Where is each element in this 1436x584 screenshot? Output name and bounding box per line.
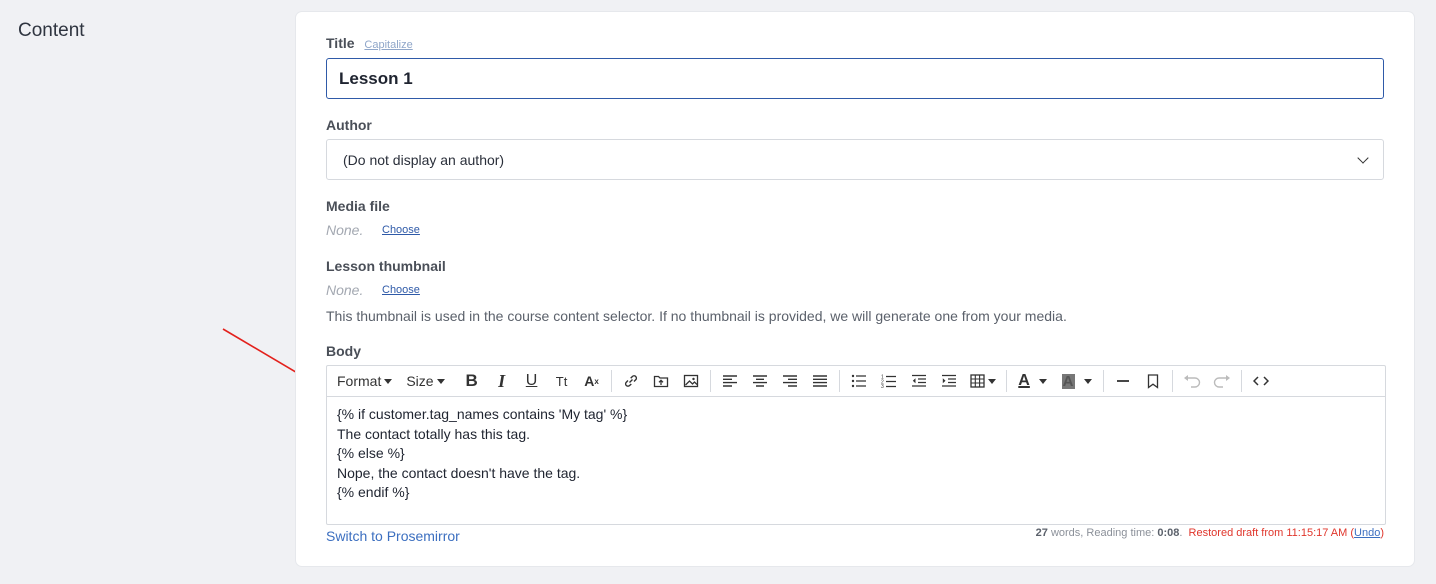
size-dropdown[interactable]: Size [404, 369, 446, 393]
media-file-label: Media file [326, 198, 390, 214]
svg-text:3: 3 [881, 384, 884, 388]
toolbar-divider [1102, 370, 1104, 392]
upload-file-icon[interactable] [648, 369, 674, 393]
toolbar-divider [1240, 370, 1242, 392]
thumbnail-label: Lesson thumbnail [326, 258, 446, 274]
title-label: Title Capitalize [326, 35, 413, 51]
body-line: {% else %} [337, 445, 405, 461]
italic-icon[interactable]: I [489, 369, 515, 393]
editor-toolbar: Format Size B I U Tt Ax 1 2 3 A A [327, 366, 1385, 397]
thumbnail-help-text: This thumbnail is used in the course con… [326, 308, 1067, 324]
body-line: The contact totally has this tag. [337, 425, 530, 442]
link-icon[interactable] [618, 369, 644, 393]
media-file-value: None. [326, 222, 364, 238]
toolbar-divider [709, 370, 711, 392]
caret-down-icon [1083, 378, 1092, 384]
media-file-row: None. Choose [326, 222, 420, 238]
chevron-down-icon [1357, 151, 1369, 164]
code-view-icon[interactable] [1248, 369, 1274, 393]
body-label: Body [326, 343, 361, 359]
format-dropdown-label: Format [337, 373, 382, 389]
thumbnail-value: None. [326, 282, 364, 298]
editor-status: 27 words, Reading time: 0:08. Restored d… [1035, 527, 1384, 539]
media-choose-link[interactable]: Choose [382, 224, 420, 236]
bold-icon[interactable]: B [459, 369, 485, 393]
size-dropdown-label: Size [406, 373, 434, 389]
format-dropdown[interactable]: Format [335, 369, 394, 393]
thumbnail-row: None. Choose [326, 282, 420, 298]
undo-restore-link[interactable]: Undo [1354, 527, 1380, 539]
bookmark-icon[interactable] [1140, 369, 1166, 393]
text-case-icon[interactable]: Tt [549, 369, 575, 393]
toolbar-divider [1005, 370, 1007, 392]
toolbar-divider [610, 370, 612, 392]
author-select[interactable]: (Do not display an author) [326, 139, 1384, 180]
caret-down-icon [987, 378, 996, 384]
editor-body[interactable]: {% if customer.tag_names contains 'My ta… [327, 397, 1385, 511]
background-color-icon[interactable]: A [1057, 369, 1097, 393]
horizontal-rule-icon[interactable] [1110, 369, 1136, 393]
clear-format-icon[interactable]: Ax [579, 369, 605, 393]
body-line: {% endif %} [337, 484, 410, 500]
word-count: 27 [1035, 527, 1048, 539]
caret-down-icon [436, 378, 445, 384]
rich-text-editor: Format Size B I U Tt Ax 1 2 3 A A {% if … [326, 365, 1386, 525]
table-icon[interactable] [966, 369, 1000, 393]
thumbnail-choose-link[interactable]: Choose [382, 284, 420, 296]
redo-icon[interactable] [1209, 369, 1235, 393]
align-left-icon[interactable] [717, 369, 743, 393]
title-input-value: Lesson 1 [339, 68, 413, 88]
undo-icon[interactable] [1179, 369, 1205, 393]
title-input[interactable]: Lesson 1 [326, 58, 1384, 99]
align-right-icon[interactable] [777, 369, 803, 393]
body-line: Nope, the contact doesn't have the tag. [337, 464, 581, 481]
switch-editor-link[interactable]: Switch to Prosemirror [326, 528, 460, 544]
indent-icon[interactable] [936, 369, 962, 393]
caret-down-icon [384, 378, 393, 384]
align-justify-icon[interactable] [807, 369, 833, 393]
toolbar-divider [1171, 370, 1173, 392]
caret-down-icon [1038, 378, 1047, 384]
body-line: {% if customer.tag_names contains 'My ta… [337, 406, 628, 422]
underline-icon[interactable]: U [519, 369, 545, 393]
text-color-icon[interactable]: A [1013, 369, 1053, 393]
reading-time: 0:08 [1157, 527, 1180, 539]
align-center-icon[interactable] [747, 369, 773, 393]
toolbar-divider [838, 370, 840, 392]
words-label: words, Reading time: [1047, 527, 1158, 539]
title-label-text: Title [326, 35, 355, 51]
author-select-value: (Do not display an author) [343, 151, 505, 168]
text-case-label: Tt [555, 373, 568, 389]
capitalize-link[interactable]: Capitalize [364, 39, 412, 51]
image-icon[interactable] [678, 369, 704, 393]
outdent-icon[interactable] [906, 369, 932, 393]
bullet-list-icon[interactable] [846, 369, 872, 393]
numbered-list-icon[interactable]: 123 [876, 369, 902, 393]
author-label: Author [326, 117, 372, 133]
restored-draft-text: Restored draft from 11:15:17 AM ( [1188, 527, 1355, 539]
restored-draft-suffix: ) [1380, 527, 1384, 539]
section-title: Content [18, 20, 85, 41]
content-card: Title Capitalize Lesson 1 Author (Do not… [296, 12, 1414, 566]
